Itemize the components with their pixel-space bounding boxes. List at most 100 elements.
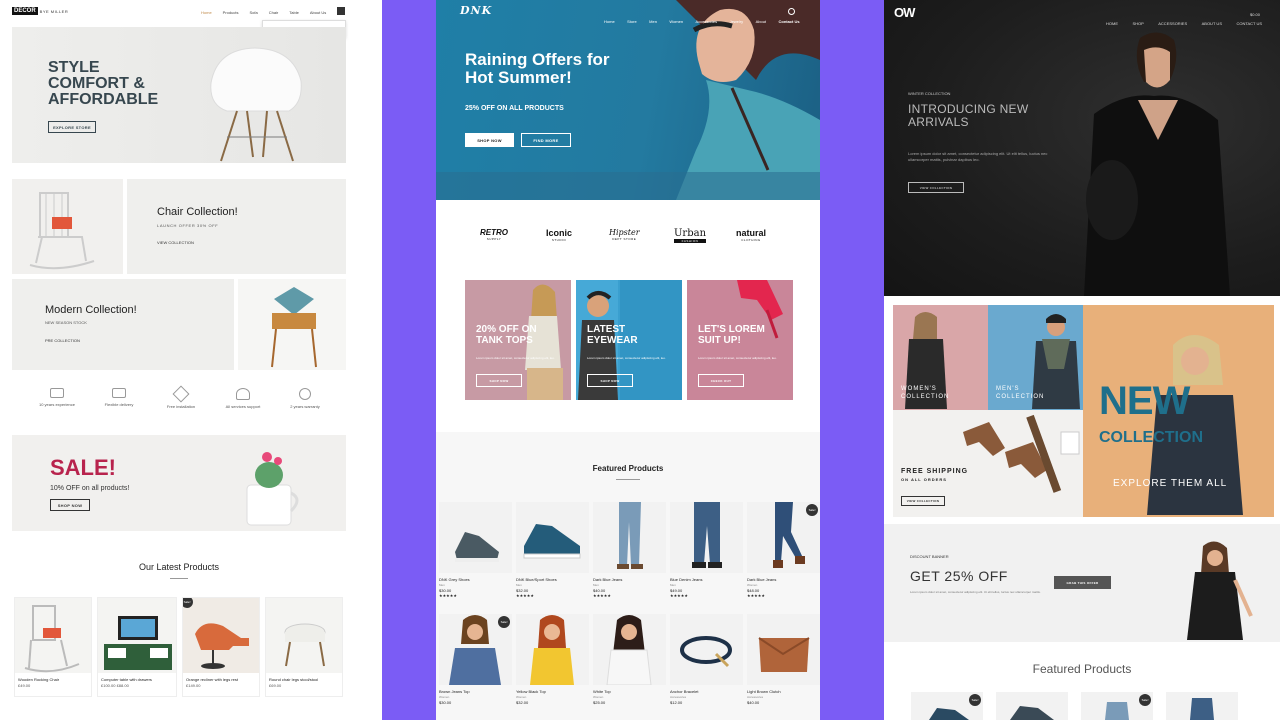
promo-suit-up[interactable]: LET'S LOREM SUIT UP! Lorem ipsum dolor si… [687, 280, 793, 400]
product-card[interactable]: White Top Women $25.00 [593, 614, 666, 705]
decor-logo[interactable]: DECOR BYE MILLER [12, 7, 68, 15]
product-category: Men [516, 583, 522, 587]
explore-them-all-link[interactable]: EXPLORE THEM ALL [1113, 478, 1227, 489]
product-card[interactable]: DNK Grey Shoes Men $30.00 ★★★★★ [439, 502, 512, 598]
product-card[interactable]: Sale! Orange recliner with legs rest £14… [182, 597, 260, 697]
product-name[interactable]: Dark Blue Jeans [593, 577, 666, 582]
sale-sub: 10% OFF on all products! [50, 485, 130, 492]
product-name[interactable]: DNK Grey Shoes [439, 577, 512, 582]
product-image [670, 614, 743, 685]
nav-contact[interactable]: Contact Us [778, 19, 799, 24]
product-name[interactable]: Orange recliner with legs rest [186, 677, 256, 682]
armchair-tile[interactable] [238, 279, 346, 370]
product-card[interactable]: Dark Blue Jeans Men $40.00 ★★★★★ [593, 502, 666, 598]
modern-collection-banner[interactable]: Modern Collection! NEW SEASON STOCK PRE … [12, 279, 234, 370]
product-name[interactable]: DNK Blue/Sport Shoes [516, 577, 589, 582]
mens-collection-tile[interactable]: MEN'S COLLECTION [988, 305, 1083, 410]
brand-logo-retro[interactable]: RETRO SUPPLY [480, 228, 508, 241]
product-name[interactable]: Computer table with drawers [101, 677, 173, 682]
new-collection-tile[interactable]: NEW COLLECTION EXPLORE THEM ALL [1083, 305, 1274, 517]
cart-icon[interactable] [788, 8, 795, 15]
nav-about[interactable]: ABOUT US [1202, 21, 1222, 26]
brand-logo-iconic[interactable]: Iconic STUDIO [546, 228, 572, 242]
product-card[interactable]: Round chair legs stool/stool £69.00 [265, 597, 343, 697]
dnk-logo[interactable]: DNK [460, 4, 492, 17]
product-card[interactable]: Sale! [911, 692, 983, 720]
product-name[interactable]: Dark Blue Jeans [747, 577, 820, 582]
modern-collection-title: Modern Collection! [45, 304, 137, 316]
product-card[interactable]: Yellow Black Top Women $32.00 [516, 614, 589, 705]
product-card[interactable]: Light Brown Clutch Accessories $40.00 [747, 614, 820, 705]
promo-button[interactable]: SHOP NOW [587, 374, 633, 387]
nav-sofa[interactable]: Sofa [249, 10, 257, 15]
shop-now-button[interactable]: SHOP NOW [465, 133, 514, 147]
hero-banner [436, 0, 820, 200]
nav-home[interactable]: Home [604, 19, 615, 24]
product-card[interactable] [996, 692, 1068, 720]
product-card[interactable]: Sale! Brown Jeans Top Women $30.00 [439, 614, 512, 705]
product-card[interactable]: Computer table with drawers £100.00 £88.… [97, 597, 177, 697]
feature-installation: Free installation [150, 385, 212, 409]
womens-collection-tile[interactable]: WOMEN'S COLLECTION [893, 305, 988, 410]
nav-accessories[interactable]: Accessories [696, 19, 718, 24]
tile-label: WOMEN'S COLLECTION [901, 386, 950, 400]
nav-about[interactable]: About [756, 19, 766, 24]
promo-button[interactable]: SHOP NOW [476, 374, 522, 387]
collection-title: COLLECTION [1099, 429, 1203, 446]
view-collection-button[interactable]: VIEW COLLECTION [908, 182, 964, 193]
product-name[interactable]: Light Brown Clutch [747, 689, 820, 694]
free-shipping-tile[interactable]: FREE SHIPPING ON ALL ORDERS VIEW COLLECTI… [893, 410, 1083, 517]
product-name[interactable]: Brown Jeans Top [439, 689, 512, 694]
nav-about[interactable]: About Us [310, 10, 326, 15]
nav-women[interactable]: Women [669, 19, 683, 24]
product-card[interactable]: Sale! Dark Blue Jeans Women $48.00 ★★★★★ [747, 502, 820, 598]
logo-mark: DECOR [12, 7, 38, 15]
nav-table[interactable]: Table [289, 10, 299, 15]
promo-button[interactable]: CHECK OUT [698, 374, 744, 387]
nav-accessories[interactable]: ACCESSORIES [1158, 21, 1187, 26]
nav-home[interactable]: Home [201, 10, 212, 15]
search-icon[interactable] [337, 7, 345, 15]
brand-logo-hipster[interactable]: Hipster DEPT STORE [609, 228, 640, 241]
product-card[interactable] [1166, 692, 1238, 720]
nav-store[interactable]: Store [627, 19, 637, 24]
explore-store-button[interactable]: EXPLORE STORE [48, 121, 96, 133]
product-card[interactable]: Sale! [1081, 692, 1153, 720]
product-name[interactable]: Round chair legs stool/stool [269, 677, 339, 682]
product-card[interactable]: DNK Blue/Sport Shoes Men $32.00 ★★★★★ [516, 502, 589, 598]
brand-logo-natural[interactable]: natural CLOTHING [736, 228, 766, 242]
product-price: $32.00 [516, 700, 529, 705]
promo-eyewear[interactable]: LATEST EYEWEAR Lorem ipsum dolor sit amet… [576, 280, 682, 400]
free-shipping-button[interactable]: VIEW COLLECTION [901, 496, 945, 506]
rocking-chair-tile[interactable] [12, 179, 123, 274]
product-name[interactable]: Anchor Bracelet [670, 689, 743, 694]
product-card[interactable]: Blue Denim Jeans Men $49.00 ★★★★★ [670, 502, 743, 598]
nav-products[interactable]: Products [223, 10, 239, 15]
product-card[interactable]: Anchor Bracelet Accessories $12.00 [670, 614, 743, 705]
chair-collection-banner[interactable]: Chair Collection! LAUNCH OFFER 30% OFF V… [127, 179, 346, 274]
sale-title: SALE! [50, 455, 116, 480]
product-name[interactable]: Wooden Rocking Chair [18, 677, 88, 682]
product-name[interactable]: White Top [593, 689, 666, 694]
grab-offer-button[interactable]: GRAB THIS OFFER [1054, 576, 1111, 589]
chair-collection-link[interactable]: VIEW COLLECTION [157, 240, 194, 245]
top-nav: HOME SHOP ACCESSORIES ABOUT US CONTACT U… [1096, 12, 1262, 30]
nav-home[interactable]: HOME [1106, 21, 1118, 26]
nav-chair[interactable]: Chair [269, 10, 279, 15]
promo-text: Lorem ipsum dolor sit amet, consectetur … [587, 356, 666, 360]
cart-total[interactable]: $0.00 [1250, 12, 1260, 17]
modern-collection-link[interactable]: PRE COLLECTION [45, 338, 80, 343]
promo-tank-tops[interactable]: 20% OFF ON TANK TOPS Lorem ipsum dolor si… [465, 280, 571, 400]
sale-shop-now-button[interactable]: SHOP NOW [50, 499, 90, 511]
product-card[interactable]: Wooden Rocking Chair £49.00 [14, 597, 92, 697]
find-more-button[interactable]: FIND MORE [521, 133, 571, 147]
nav-jewelry[interactable]: Jewelry [730, 19, 744, 24]
brand-logo-urban[interactable]: Urban FASHION [674, 228, 707, 243]
product-name[interactable]: Blue Denim Jeans [670, 577, 743, 582]
ow-logo[interactable]: OW [894, 5, 915, 20]
product-name[interactable]: Yellow Black Top [516, 689, 589, 694]
nav-shop[interactable]: SHOP [1132, 21, 1143, 26]
nav-men[interactable]: Men [649, 19, 657, 24]
nav-contact[interactable]: CONTACT US [1236, 21, 1262, 26]
tools-icon [172, 385, 190, 403]
